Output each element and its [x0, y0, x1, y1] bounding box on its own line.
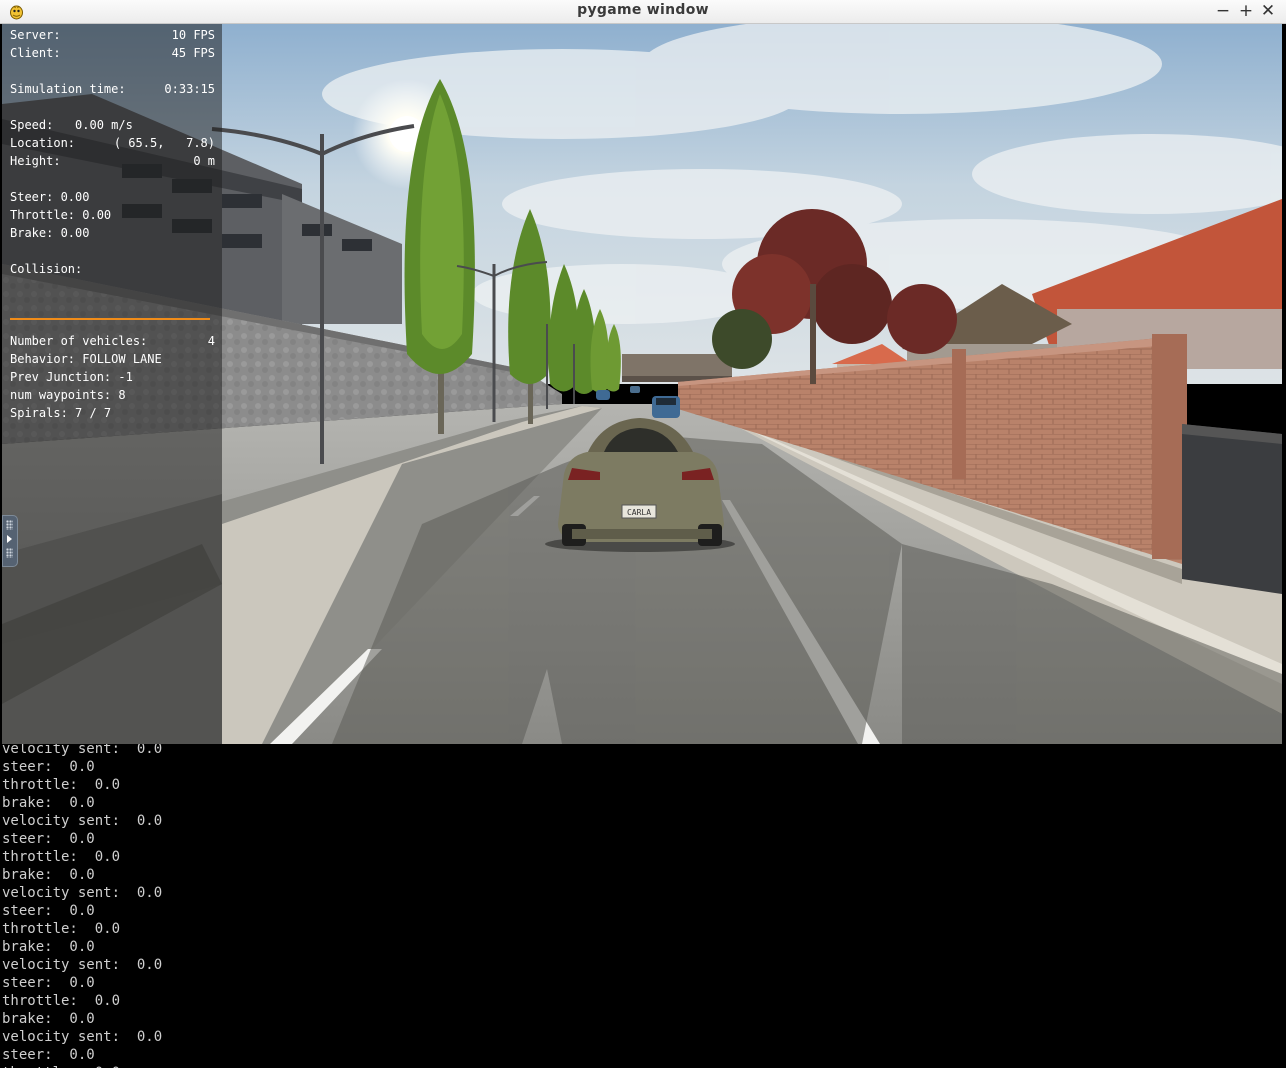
terminal-line: throttle: 0.0 [2, 993, 121, 1009]
hud-row: Number of vehicles: 4 [10, 332, 215, 350]
hud-row: Steer: 0.00 [10, 188, 215, 206]
hud-label: Simulation time: [10, 82, 126, 96]
hud-row: Location: ( 65.5, 7.8) [10, 134, 215, 152]
hud-value: 0:33:15 [164, 82, 215, 96]
terminal-line: throttle: 0.0 [2, 849, 121, 865]
hud-value: 0 m [193, 154, 215, 168]
hud-label: Number of vehicles: [10, 334, 148, 348]
terminal-line: velocity sent: 0.0 [2, 813, 163, 829]
hud-row: Spirals: 7 / 7 [10, 404, 215, 422]
terminal-line: throttle: 0.0 [2, 1064, 120, 1068]
terminal-line: brake: 0.0 [2, 1011, 95, 1027]
license-plate-text: CARLA [627, 508, 651, 517]
hud-row: Height: 0 m [10, 152, 215, 170]
hud-row: Client: 45 FPS [10, 44, 215, 62]
terminal-line: steer: 0.0 [2, 759, 95, 775]
terminal-line: brake: 0.0 [2, 795, 95, 811]
hud-label: Collision: [10, 262, 83, 276]
simulation-viewport[interactable]: CARLA Server: 10 FPS Client: 45 FPS Simulati… [2, 24, 1282, 744]
hud-row: Throttle: 0.00 [10, 206, 215, 224]
hud-row: Prev Junction: -1 [10, 368, 215, 386]
hud-row: Brake: 0.00 [10, 224, 215, 242]
hud-label: Height: [10, 154, 61, 168]
terminal-line: steer: 0.0 [2, 831, 95, 847]
terminal-line: steer: 0.0 [2, 903, 95, 919]
hud-label: Speed: 0.00 m/s [10, 118, 133, 132]
hud-row: num waypoints: 8 [10, 386, 215, 404]
terminal-line: throttle: 0.0 [2, 777, 121, 793]
hud-info-panel: Server: 10 FPS Client: 45 FPS Simulation tim… [2, 24, 222, 744]
hud-label: Location: [10, 136, 76, 150]
terminal-line: steer: 0.0 [2, 975, 95, 991]
maximize-button[interactable]: + [1236, 1, 1256, 21]
terminal-output[interactable]: velocity sent: 0.0 steer: 0.0 throttle: 0.… [0, 744, 1286, 1068]
hud-value: 45 FPS [171, 46, 215, 60]
terminal-line: velocity sent: 0.0 [2, 885, 163, 901]
hud-row: Server: 10 FPS [10, 26, 215, 44]
hud-label: Server: [10, 28, 61, 42]
hud-label: num waypoints: 8 [10, 388, 126, 402]
terminal-line: velocity sent: 0.0 [2, 744, 163, 757]
hud-row: Simulation time: 0:33:15 [10, 80, 215, 98]
terminal-line: velocity sent: 0.0 [2, 957, 163, 973]
terminal-line: velocity sent: 0.0 [2, 1029, 163, 1045]
terminal-line: brake: 0.0 [2, 939, 95, 955]
hud-row: Speed: 0.00 m/s [10, 116, 215, 134]
hud-value: 10 FPS [171, 28, 215, 42]
hud-label: Prev Junction: -1 [10, 370, 133, 384]
hud-label: Client: [10, 46, 61, 60]
hud-label: Brake: 0.00 [10, 226, 90, 240]
terminal-line: brake: 0.0 [2, 867, 95, 883]
terminal-line: steer: 0.0 [2, 1047, 95, 1063]
window-title: pygame window [577, 2, 709, 18]
hud-row: Behavior: FOLLOW LANE [10, 350, 215, 368]
hud-label: Spirals: 7 / 7 [10, 406, 112, 420]
terminal-line: throttle: 0.0 [2, 921, 121, 937]
hud-label: Behavior: FOLLOW LANE [10, 352, 162, 366]
hud-label: Throttle: 0.00 [10, 208, 112, 222]
hud-value: 4 [207, 334, 215, 348]
hud-label: Steer: 0.00 [10, 190, 90, 204]
minimize-button[interactable]: − [1213, 1, 1233, 21]
hud-value: ( 65.5, 7.8) [113, 136, 215, 150]
close-button[interactable]: ✕ [1258, 1, 1278, 21]
hud-separator [10, 318, 210, 320]
expand-arrow-icon[interactable] [2, 515, 18, 567]
hud-row: Collision: [10, 260, 215, 278]
window-titlebar[interactable]: pygame window − + ✕ [0, 0, 1286, 24]
